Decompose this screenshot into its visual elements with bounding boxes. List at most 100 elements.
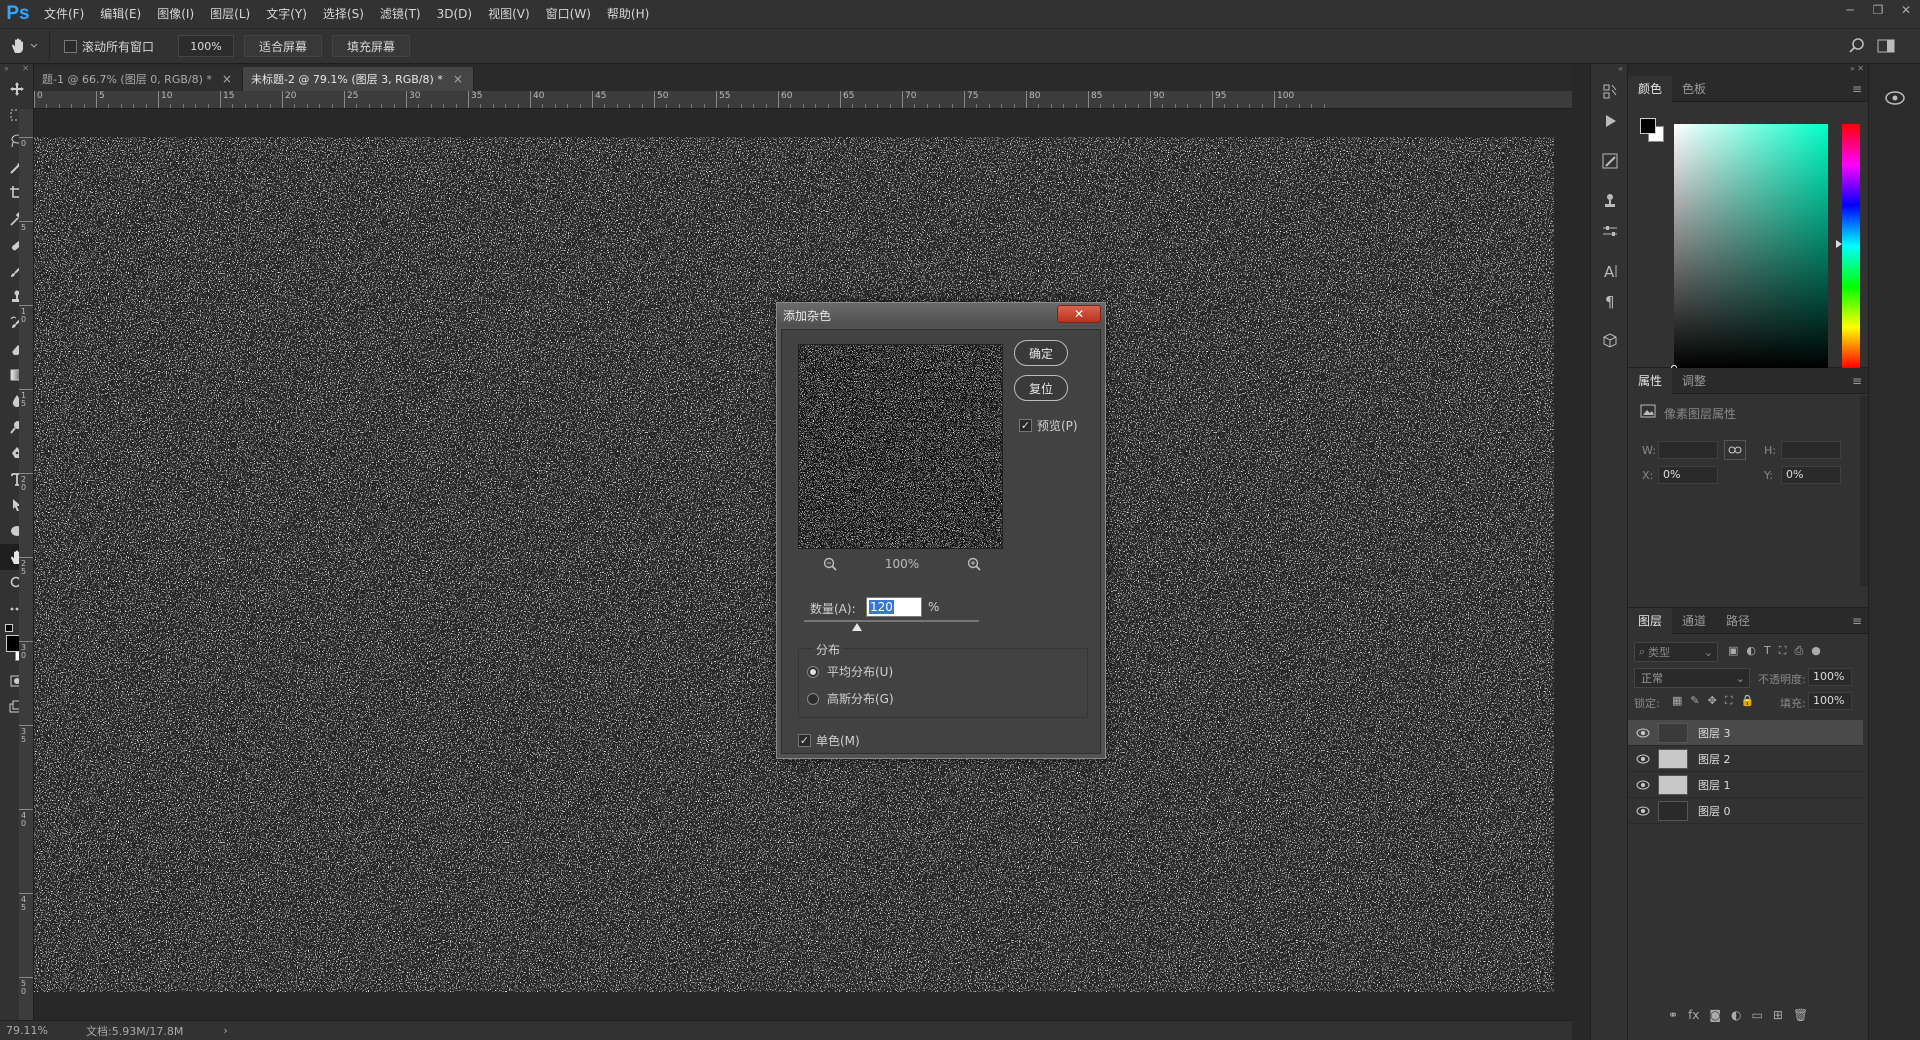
restore-icon[interactable]: ❐ bbox=[1864, 0, 1892, 20]
3d-panel-icon[interactable] bbox=[1591, 326, 1629, 356]
panel-menu-icon[interactable]: ≡ bbox=[1852, 614, 1862, 628]
dialog-close-button[interactable]: ✕ bbox=[1057, 305, 1101, 323]
lock-all-icon[interactable]: 🔒 bbox=[1741, 694, 1755, 708]
tab-layers[interactable]: 图层 bbox=[1628, 607, 1673, 634]
close-tab-icon[interactable]: × bbox=[222, 72, 232, 86]
fill-screen-button[interactable]: 填充屏幕 bbox=[332, 35, 411, 57]
filter-pixel-icon[interactable]: ▣ bbox=[1728, 644, 1738, 658]
menu-item-file[interactable]: 文件(F) bbox=[36, 0, 92, 28]
slider-thumb[interactable] bbox=[851, 623, 862, 631]
close-window-icon[interactable]: ✕ bbox=[1892, 0, 1920, 20]
scroll-all-checkbox-box[interactable] bbox=[64, 39, 77, 53]
amount-slider[interactable] bbox=[804, 617, 979, 631]
status-zoom[interactable]: 79.11% bbox=[6, 1024, 86, 1037]
tab-swatches[interactable]: 色板 bbox=[1672, 76, 1716, 102]
workspace-icon[interactable] bbox=[1876, 37, 1896, 55]
lock-pixels-icon[interactable]: ✎ bbox=[1690, 694, 1699, 708]
hue-slider-marker[interactable] bbox=[1836, 240, 1842, 248]
filter-toggle-icon[interactable]: ● bbox=[1811, 644, 1821, 658]
lock-transparent-icon[interactable]: ▦ bbox=[1672, 694, 1682, 708]
visibility-eye-icon[interactable] bbox=[1628, 754, 1658, 764]
vertical-ruler[interactable]: 0 5 10 15 20 25 30 35 40 45 50 bbox=[19, 109, 34, 1020]
panel-foreground-swatch[interactable] bbox=[1640, 118, 1656, 134]
lock-artboard-icon[interactable]: ⛶ bbox=[1725, 694, 1733, 708]
menu-item-layer[interactable]: 图层(L) bbox=[202, 0, 258, 28]
menu-item-help[interactable]: 帮助(H) bbox=[599, 0, 657, 28]
ok-button[interactable]: 确定 bbox=[1014, 340, 1068, 366]
layer-row[interactable]: 图层 2 bbox=[1628, 746, 1863, 772]
status-menu-arrow-icon[interactable]: › bbox=[223, 1024, 227, 1037]
uniform-radio-row[interactable]: 平均分布(U) bbox=[807, 663, 893, 680]
actions-play-icon[interactable] bbox=[1591, 106, 1629, 136]
layer-row[interactable]: 图层 0 bbox=[1628, 798, 1863, 824]
properties-scrollbar[interactable] bbox=[1860, 396, 1868, 586]
lock-position-icon[interactable]: ✥ bbox=[1708, 694, 1717, 708]
amount-input[interactable]: 120 bbox=[866, 597, 922, 617]
x-field[interactable]: 0% bbox=[1658, 466, 1718, 484]
hue-slider[interactable] bbox=[1842, 124, 1860, 368]
filter-preview[interactable] bbox=[798, 344, 1003, 549]
tab-color[interactable]: 颜色 bbox=[1628, 75, 1673, 102]
adjust-sliders-icon[interactable] bbox=[1591, 216, 1629, 246]
uniform-radio[interactable] bbox=[807, 665, 819, 678]
scroll-all-windows-checkbox[interactable]: 滚动所有窗口 bbox=[64, 38, 154, 55]
tab-paths[interactable]: 路径 bbox=[1716, 608, 1760, 634]
menu-item-3d[interactable]: 3D(D) bbox=[429, 0, 480, 28]
layer-row[interactable]: 图层 1 bbox=[1628, 772, 1863, 798]
status-doc-size[interactable]: 文档:5.93M/17.8M bbox=[86, 1023, 183, 1039]
new-layer-icon[interactable]: ⊞ bbox=[1773, 1008, 1783, 1022]
clone-source-icon[interactable] bbox=[1591, 186, 1629, 216]
character-panel-icon[interactable]: A bbox=[1591, 256, 1629, 286]
toolbar-collapse-icon[interactable]: » ✕ bbox=[0, 64, 33, 76]
fit-screen-button[interactable]: 适合屏幕 bbox=[244, 35, 323, 57]
panels-collapse-icon[interactable]: » ✕ bbox=[1628, 64, 1868, 76]
tab-channels[interactable]: 通道 bbox=[1672, 608, 1716, 634]
move-tool-icon[interactable] bbox=[0, 76, 34, 102]
close-tab-icon[interactable]: × bbox=[453, 72, 463, 86]
visibility-eye-icon[interactable] bbox=[1628, 728, 1658, 738]
zoom-out-icon[interactable] bbox=[822, 556, 838, 572]
libraries-icon[interactable] bbox=[1882, 88, 1908, 108]
menu-item-window[interactable]: 窗口(W) bbox=[538, 0, 599, 28]
hand-tool-preset-icon[interactable] bbox=[0, 31, 50, 61]
gaussian-radio[interactable] bbox=[807, 692, 819, 705]
visibility-eye-icon[interactable] bbox=[1628, 806, 1658, 816]
layer-row[interactable]: 图层 3 bbox=[1628, 720, 1863, 746]
reset-button[interactable]: 复位 bbox=[1014, 375, 1068, 401]
gaussian-radio-row[interactable]: 高斯分布(G) bbox=[807, 690, 894, 707]
delete-layer-icon[interactable]: 🗑 bbox=[1793, 1008, 1808, 1022]
preview-checkbox[interactable]: ✓ bbox=[1019, 419, 1032, 432]
search-icon[interactable] bbox=[1848, 37, 1866, 55]
history-panel-icon[interactable] bbox=[1591, 76, 1629, 106]
tab-adjustments[interactable]: 调整 bbox=[1672, 368, 1716, 394]
menu-item-edit[interactable]: 编辑(E) bbox=[92, 0, 149, 28]
fill-field[interactable]: 100% bbox=[1808, 692, 1852, 710]
brush-settings-icon[interactable] bbox=[1591, 146, 1629, 176]
slider-track[interactable] bbox=[804, 620, 979, 622]
layer-style-icon[interactable]: fx bbox=[1688, 1008, 1699, 1022]
minimize-icon[interactable]: ─ bbox=[1836, 0, 1864, 20]
zoom-in-icon[interactable] bbox=[966, 556, 982, 572]
width-field[interactable] bbox=[1658, 441, 1718, 459]
layer-filter-select[interactable]: ⌕ 类型 ⌄ bbox=[1634, 642, 1718, 662]
preview-checkbox-row[interactable]: ✓ 预览(P) bbox=[1019, 417, 1078, 434]
filter-smart-icon[interactable]: ⎙ bbox=[1794, 644, 1803, 658]
default-colors-icon[interactable] bbox=[5, 624, 13, 632]
tab-document-1[interactable]: 题-1 @ 66.7% (图层 0, RGB/8) * × bbox=[34, 67, 243, 91]
y-field[interactable]: 0% bbox=[1781, 466, 1841, 484]
filter-shape-icon[interactable]: ⛶ bbox=[1779, 644, 1787, 658]
paragraph-panel-icon[interactable]: ¶ bbox=[1591, 286, 1629, 316]
new-adjustment-icon[interactable]: ◐ bbox=[1731, 1008, 1741, 1022]
add-mask-icon[interactable]: ◙ bbox=[1709, 1008, 1721, 1022]
panel-menu-icon[interactable]: ≡ bbox=[1852, 82, 1862, 96]
new-group-icon[interactable]: ▭ bbox=[1752, 1008, 1763, 1022]
visibility-eye-icon[interactable] bbox=[1628, 780, 1658, 790]
tab-properties[interactable]: 属性 bbox=[1628, 367, 1673, 394]
horizontal-ruler[interactable]: 0 5 10 15 20 25 30 35 40 45 50 55 60 65 70 75 80 85 90 95 10… bbox=[34, 91, 1572, 109]
monochrome-checkbox-row[interactable]: ✓ 单色(M) bbox=[798, 732, 860, 749]
zoom-level-field[interactable]: 100% bbox=[178, 35, 235, 57]
color-field[interactable] bbox=[1671, 124, 1828, 371]
panel-menu-icon[interactable]: ≡ bbox=[1852, 374, 1862, 388]
opacity-field[interactable]: 100% bbox=[1808, 668, 1852, 686]
monochrome-checkbox[interactable]: ✓ bbox=[798, 734, 811, 747]
